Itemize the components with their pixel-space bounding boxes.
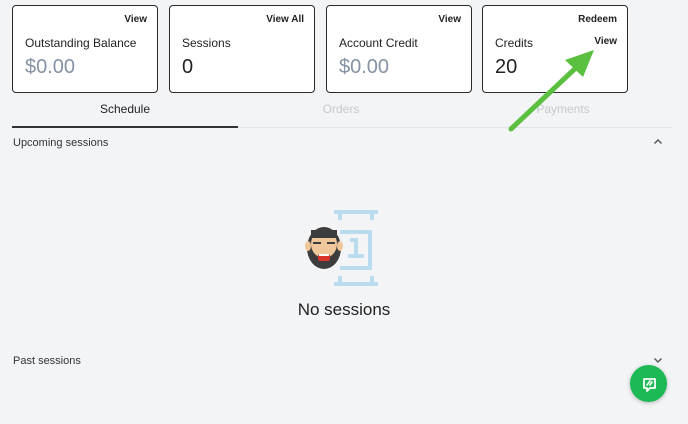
card-title: Outstanding Balance [25,36,137,50]
tab-orders[interactable]: Orders [228,96,454,128]
card-account-credit: View Account Credit $0.00 [326,5,472,93]
card-sessions: View All Sessions 0 [169,5,315,93]
card-value: $0.00 [339,56,390,78]
card-outstanding-balance: View Outstanding Balance $0.00 [12,5,158,93]
card-title: Account Credit [339,36,418,50]
card-credits: Redeem Credits View 20 [482,5,628,93]
card-value: 20 [495,56,518,78]
help-chat-button[interactable] [630,365,667,402]
summary-cards: View Outstanding Balance $0.00 View All … [12,5,642,93]
past-sessions-header[interactable]: Past sessions [13,355,663,375]
tab-bar: Schedule Orders Payments [12,96,672,128]
view-all-sessions-link[interactable]: View All [266,14,304,25]
chat-help-icon [642,377,656,392]
tab-payments[interactable]: Payments [450,96,676,128]
redeem-credits-link[interactable]: Redeem [578,14,617,25]
card-title: Sessions [182,36,231,50]
view-credit-link[interactable]: View [438,14,461,25]
card-title: Credits [495,36,534,50]
upcoming-sessions-header[interactable]: Upcoming sessions [13,137,663,157]
chevron-up-icon[interactable] [653,137,663,150]
empty-illustration [304,208,384,288]
section-title: Past sessions [13,355,81,367]
section-title: Upcoming sessions [13,137,109,149]
empty-state-message: No sessions [297,300,391,319]
view-balance-link[interactable]: View [124,14,147,25]
card-value: $0.00 [25,56,76,78]
tab-schedule[interactable]: Schedule [12,96,238,128]
card-value: 0 [182,56,194,78]
view-credits-link[interactable]: View [594,36,617,47]
empty-state: No sessions [0,208,688,319]
